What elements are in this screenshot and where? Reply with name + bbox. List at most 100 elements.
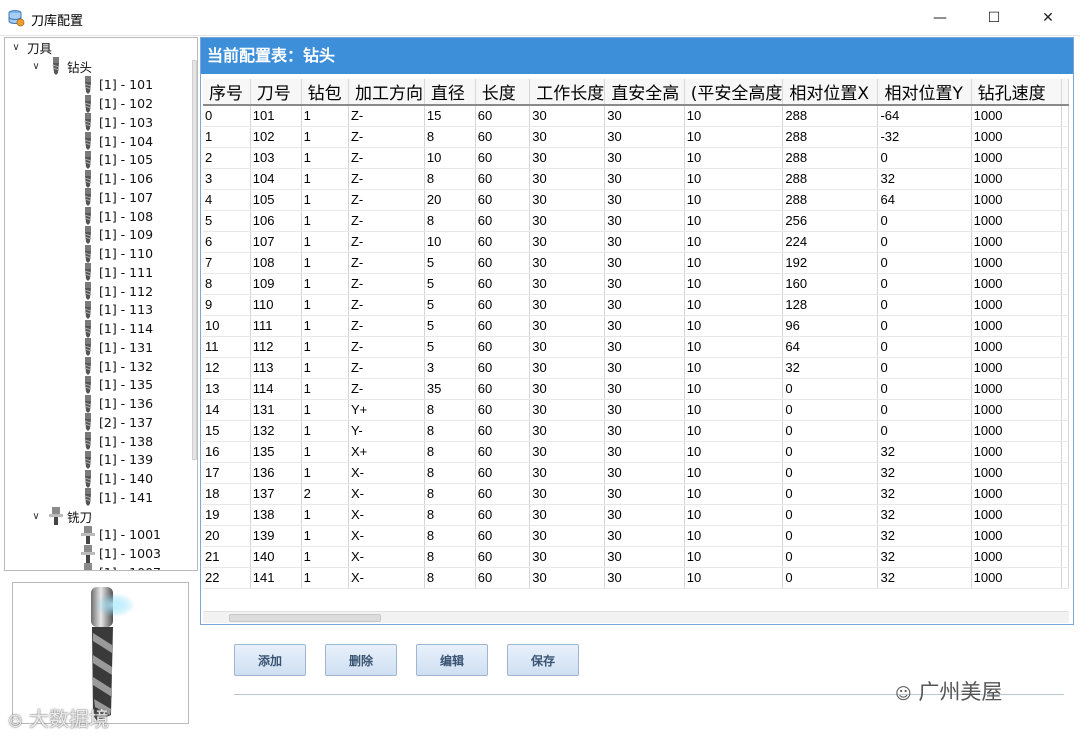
table-cell[interactable]: 60 — [475, 273, 531, 295]
tree-item[interactable]: [1] - 114 — [81, 319, 153, 338]
table-cell[interactable]: 109 — [250, 273, 302, 295]
table-cell[interactable]: 30 — [604, 273, 685, 295]
table-cell[interactable]: 0 — [782, 567, 879, 589]
table-row[interactable]: 20 139 1 X- 8 60 30 30 10 0 32 1000 — [203, 525, 1069, 547]
table-cell[interactable]: 60 — [475, 315, 531, 337]
table-cell[interactable]: 2 — [203, 147, 251, 169]
table-cell[interactable]: 30 — [529, 315, 606, 337]
table-cell[interactable]: 3 — [424, 357, 476, 379]
table-cell[interactable]: 10 — [684, 420, 784, 442]
table-cell[interactable]: 1000 — [971, 399, 1062, 421]
edit-button[interactable]: 编辑 — [416, 644, 488, 676]
table-cell[interactable]: 104 — [250, 168, 302, 190]
table-cell[interactable]: X- — [348, 504, 425, 526]
table-cell[interactable]: 30 — [529, 147, 606, 169]
table-cell[interactable]: 1000 — [971, 462, 1062, 484]
table-cell[interactable]: 30 — [604, 252, 685, 274]
table-cell[interactable]: 0 — [877, 210, 972, 232]
table-cell[interactable]: 114 — [250, 378, 302, 400]
tree-item[interactable]: [1] - 103 — [81, 113, 153, 132]
tree-item[interactable]: [1] - 102 — [81, 94, 153, 113]
table-row[interactable]: 9 110 1 Z- 5 60 30 30 10 128 0 1000 — [203, 294, 1069, 316]
tree-item[interactable]: [1] - 136 — [81, 394, 153, 413]
table-cell[interactable]: 30 — [604, 357, 685, 379]
table-row[interactable]: 3 104 1 Z- 8 60 30 30 10 288 32 1000 — [203, 168, 1069, 190]
table-cell[interactable]: 60 — [475, 525, 531, 547]
table-cell[interactable]: 10 — [684, 189, 784, 211]
table-row[interactable]: 2 103 1 Z- 10 60 30 30 10 288 0 1000 — [203, 147, 1069, 169]
table-cell[interactable]: 30 — [529, 126, 606, 148]
chevron-down-icon[interactable]: ∨ — [29, 61, 43, 72]
table-cell[interactable]: 8 — [424, 420, 476, 442]
table-cell[interactable]: 60 — [475, 294, 531, 316]
table-cell[interactable]: 1 — [301, 210, 349, 232]
column-header[interactable]: 钻包 — [301, 79, 349, 106]
table-cell[interactable]: 10 — [684, 231, 784, 253]
table-cell[interactable]: 30 — [529, 105, 606, 127]
table-cell[interactable]: 32 — [877, 441, 972, 463]
table-cell[interactable]: 1 — [301, 294, 349, 316]
table-cell[interactable]: 60 — [475, 420, 531, 442]
table-cell[interactable]: 60 — [475, 336, 531, 358]
table-cell[interactable]: 0 — [877, 252, 972, 274]
table-cell[interactable]: 30 — [604, 378, 685, 400]
table-row[interactable]: 19 138 1 X- 8 60 30 30 10 0 32 1000 — [203, 504, 1069, 526]
table-cell[interactable]: 30 — [604, 483, 685, 505]
table-cell[interactable]: 30 — [529, 462, 606, 484]
table-cell[interactable]: 30 — [529, 420, 606, 442]
table-cell[interactable]: 30 — [604, 336, 685, 358]
table-cell[interactable]: 60 — [475, 441, 531, 463]
table-cell[interactable]: 1000 — [971, 105, 1062, 127]
table-cell[interactable]: Z- — [348, 378, 425, 400]
table-row[interactable]: 6 107 1 Z- 10 60 30 30 10 224 0 1000 — [203, 231, 1069, 253]
table-cell[interactable]: Z- — [348, 336, 425, 358]
table-cell[interactable]: 256 — [782, 210, 879, 232]
table-cell[interactable]: 9 — [203, 294, 251, 316]
column-header[interactable]: 序号 — [203, 79, 251, 106]
table-cell[interactable]: Z- — [348, 252, 425, 274]
tree-item[interactable]: [1] - 108 — [81, 207, 153, 226]
tree-item[interactable]: [1] - 107 — [81, 188, 153, 207]
tree-scrollbar[interactable] — [191, 40, 197, 490]
table-horizontal-scrollbar[interactable] — [203, 611, 1069, 623]
table-cell[interactable]: 10 — [684, 105, 784, 127]
table-cell[interactable]: 1000 — [971, 567, 1062, 589]
table-cell[interactable]: -32 — [877, 126, 972, 148]
tree-item[interactable]: [1] - 1001 — [81, 525, 161, 545]
table-cell[interactable]: 0 — [782, 462, 879, 484]
table-cell[interactable]: 1000 — [971, 252, 1062, 274]
table-cell[interactable]: 13 — [203, 378, 251, 400]
table-cell[interactable]: 30 — [529, 210, 606, 232]
table-cell[interactable]: 30 — [529, 546, 606, 568]
table-cell[interactable]: 1000 — [971, 420, 1062, 442]
table-cell[interactable]: 160 — [782, 273, 879, 295]
table-cell[interactable]: 8 — [424, 126, 476, 148]
table-cell[interactable]: 128 — [782, 294, 879, 316]
table-cell[interactable]: 60 — [475, 189, 531, 211]
table-row[interactable]: 7 108 1 Z- 5 60 30 30 10 192 0 1000 — [203, 252, 1069, 274]
table-cell[interactable]: 139 — [250, 525, 302, 547]
table-cell[interactable]: 0 — [203, 105, 251, 127]
table-cell[interactable]: 30 — [604, 546, 685, 568]
table-cell[interactable]: 6 — [203, 231, 251, 253]
table-cell[interactable]: 1000 — [971, 504, 1062, 526]
table-cell[interactable]: 135 — [250, 441, 302, 463]
table-cell[interactable]: 0 — [877, 231, 972, 253]
table-row[interactable]: 21 140 1 X- 8 60 30 30 10 0 32 1000 — [203, 546, 1069, 568]
table-cell[interactable]: 288 — [782, 105, 879, 127]
table-cell[interactable]: 0 — [877, 336, 972, 358]
table-cell[interactable]: X- — [348, 567, 425, 589]
table-scrollbar-thumb[interactable] — [229, 614, 381, 622]
table-cell[interactable]: 105 — [250, 189, 302, 211]
table-cell[interactable]: 30 — [529, 441, 606, 463]
table-cell[interactable]: 0 — [877, 273, 972, 295]
column-header[interactable]: 工作长度 — [529, 79, 606, 106]
table-row[interactable]: 11 112 1 Z- 5 60 30 30 10 64 0 1000 — [203, 336, 1069, 358]
table-cell[interactable]: 18 — [203, 483, 251, 505]
table-cell[interactable]: 60 — [475, 462, 531, 484]
table-cell[interactable]: 10 — [684, 525, 784, 547]
table-cell[interactable]: 35 — [424, 378, 476, 400]
table-cell[interactable]: 60 — [475, 231, 531, 253]
table-cell[interactable]: 60 — [475, 357, 531, 379]
tree-root[interactable]: ∨ 刀具 — [9, 38, 52, 57]
